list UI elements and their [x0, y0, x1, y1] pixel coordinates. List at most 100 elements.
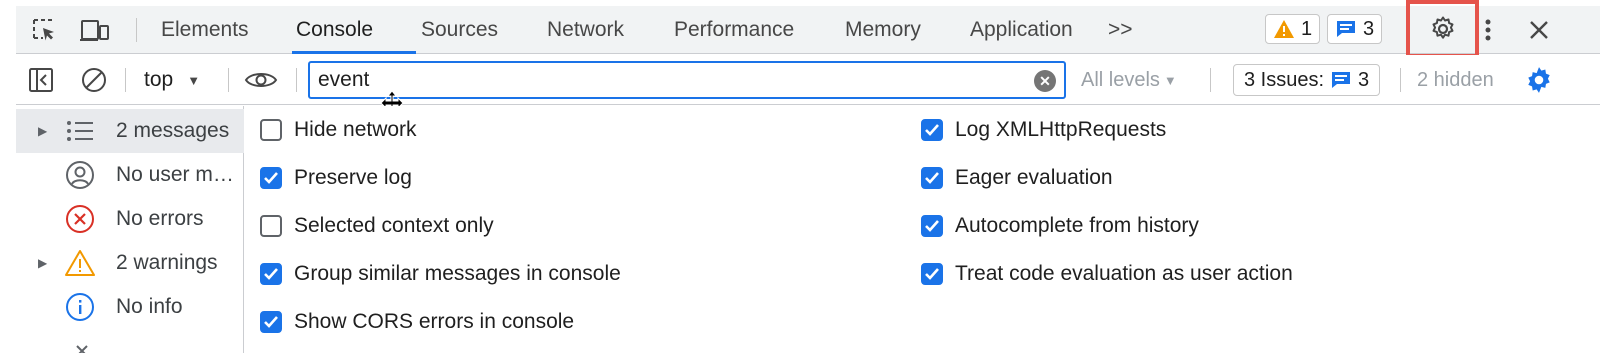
- checkbox[interactable]: [260, 167, 282, 189]
- gear-icon: [1432, 16, 1453, 39]
- checkmark-icon: [925, 172, 939, 184]
- sidebar-item-user-messages[interactable]: No user messages: [16, 153, 244, 197]
- checkmark-icon: [925, 220, 939, 232]
- chevron-down-icon: ▼: [1163, 72, 1177, 88]
- setting-eager-evaluation[interactable]: Eager evaluation: [921, 162, 1113, 194]
- sidebar-item-errors[interactable]: No errors: [16, 197, 244, 241]
- checkbox[interactable]: [260, 119, 282, 141]
- more-options-icon[interactable]: [1476, 6, 1500, 53]
- checkmark-icon: [264, 172, 278, 184]
- checkbox[interactable]: [260, 311, 282, 333]
- sidebar-item-label: No errors: [116, 207, 204, 230]
- setting-selected-context-only[interactable]: Selected context only: [260, 210, 494, 242]
- console-settings-panel: Hide network Preserve log Selected conte…: [245, 106, 1600, 353]
- devtools-tab-bar: Elements Console Sources Network Perform…: [16, 0, 1600, 58]
- tab-performance[interactable]: Performance: [674, 6, 794, 53]
- tab-console[interactable]: Console: [296, 6, 373, 53]
- filter-input[interactable]: [318, 65, 1018, 95]
- console-sidebar: ▶ 2 messages No user messages No errors: [16, 106, 244, 353]
- sidebar-toggle-icon[interactable]: [28, 55, 54, 105]
- setting-show-cors-errors[interactable]: Show CORS errors in console: [260, 306, 574, 338]
- tab-network[interactable]: Network: [547, 6, 624, 53]
- setting-label: Group similar messages in console: [294, 262, 621, 285]
- setting-hide-network[interactable]: Hide network: [260, 114, 417, 146]
- checkbox[interactable]: [921, 263, 943, 285]
- checkbox[interactable]: [260, 215, 282, 237]
- divider: [125, 68, 126, 92]
- warnings-count: 1: [1301, 17, 1313, 40]
- console-settings-icon[interactable]: [1524, 55, 1554, 105]
- setting-label: Log XMLHttpRequests: [955, 118, 1167, 141]
- setting-group-similar[interactable]: Group similar messages in console: [260, 258, 621, 290]
- console-toolbar: top ▼ ✕ All levels ▼ 3 Issues: 3 2 hidde…: [16, 55, 1600, 116]
- messages-badge[interactable]: 3: [1327, 14, 1383, 44]
- checkbox[interactable]: [921, 215, 943, 237]
- checkbox[interactable]: [921, 119, 943, 141]
- filter-input-box[interactable]: ✕: [308, 61, 1066, 99]
- hidden-count: 2 hidden: [1417, 68, 1494, 91]
- active-tab-indicator: [292, 51, 416, 54]
- sidebar-item-label: 2 messages: [116, 119, 230, 142]
- issues-label: 3 Issues:: [1244, 68, 1325, 91]
- context-selector[interactable]: top ▼: [144, 55, 200, 105]
- device-toolbar-icon[interactable]: [78, 6, 112, 53]
- tab-application[interactable]: Application: [970, 6, 1073, 53]
- divider: [296, 68, 297, 92]
- setting-label: Show CORS errors in console: [294, 310, 575, 333]
- message-icon: [1332, 72, 1351, 88]
- more-tabs-button[interactable]: >>: [1108, 6, 1133, 53]
- close-icon[interactable]: [1524, 6, 1554, 53]
- live-expression-icon[interactable]: [244, 55, 278, 105]
- expand-arrow-icon[interactable]: ▶: [38, 256, 47, 270]
- divider: [136, 18, 137, 42]
- log-levels-dropdown[interactable]: All levels ▼: [1081, 55, 1177, 105]
- tab-sources[interactable]: Sources: [421, 6, 498, 53]
- checkbox[interactable]: [921, 167, 943, 189]
- user-icon: [64, 159, 96, 191]
- expand-arrow-icon[interactable]: ▶: [38, 124, 47, 138]
- sidebar-item-label: No user messages: [116, 163, 240, 186]
- setting-treat-code-eval-user-action[interactable]: Treat code evaluation as user action: [921, 258, 1293, 290]
- context-label: top: [144, 68, 174, 91]
- error-icon: [64, 203, 96, 235]
- issues-button[interactable]: 3 Issues: 3: [1233, 64, 1381, 96]
- issues-count: 3: [1358, 68, 1370, 91]
- setting-log-xmlhttprequests[interactable]: Log XMLHttpRequests: [921, 114, 1166, 146]
- gear-icon: [1528, 67, 1550, 93]
- warnings-badge[interactable]: 1: [1265, 14, 1321, 44]
- checkmark-icon: [925, 124, 939, 136]
- setting-label: Treat code evaluation as user action: [955, 262, 1293, 285]
- setting-label: Hide network: [294, 118, 417, 141]
- inspect-element-icon[interactable]: [28, 6, 60, 53]
- chevron-down-icon: ▼: [187, 72, 201, 88]
- sidebar-item-messages[interactable]: ▶ 2 messages: [16, 109, 244, 153]
- warning-icon: [1274, 20, 1294, 38]
- setting-label: Selected context only: [294, 214, 494, 237]
- sidebar-item-label: 2 warnings: [116, 251, 218, 274]
- setting-preserve-log[interactable]: Preserve log: [260, 162, 412, 194]
- list-icon: [64, 115, 96, 147]
- divider: [1210, 68, 1211, 92]
- checkmark-icon: [925, 268, 939, 280]
- messages-count: 3: [1363, 17, 1375, 40]
- setting-label: Autocomplete from history: [955, 214, 1199, 237]
- checkmark-icon: [264, 268, 278, 280]
- divider: [1400, 68, 1401, 92]
- clear-filter-icon[interactable]: ✕: [1034, 70, 1056, 92]
- divider: [228, 68, 229, 92]
- log-levels-label: All levels: [1081, 68, 1160, 91]
- setting-label: Eager evaluation: [955, 166, 1113, 189]
- clear-console-icon[interactable]: [80, 55, 108, 105]
- sidebar-item-warnings[interactable]: ▶ 2 warnings: [16, 241, 244, 285]
- sidebar-item-info[interactable]: No info: [16, 285, 244, 329]
- tab-memory[interactable]: Memory: [845, 6, 921, 53]
- checkmark-icon: [264, 316, 278, 328]
- message-icon: [1337, 21, 1355, 37]
- info-icon: [64, 291, 96, 323]
- tab-elements[interactable]: Elements: [161, 6, 249, 53]
- verbose-icon: [74, 338, 90, 353]
- warning-icon: [64, 247, 96, 279]
- settings-button[interactable]: [1406, 0, 1479, 58]
- checkbox[interactable]: [260, 263, 282, 285]
- setting-autocomplete-history[interactable]: Autocomplete from history: [921, 210, 1199, 242]
